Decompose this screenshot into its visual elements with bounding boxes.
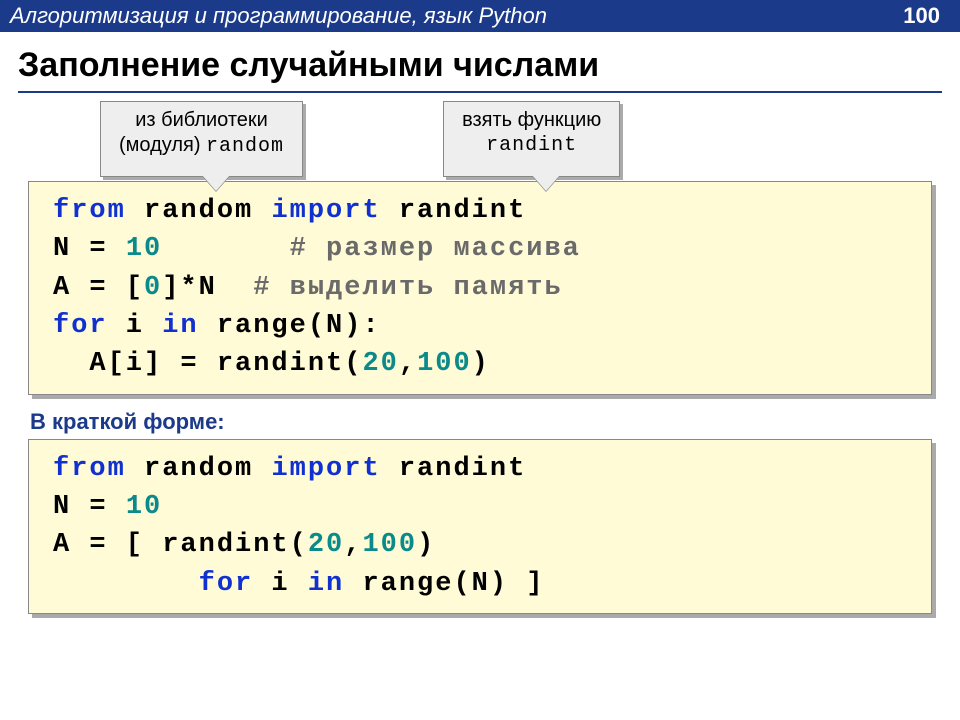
callout-function-line2: randint bbox=[462, 133, 601, 158]
callout-library-line2: (модуля) random bbox=[119, 133, 284, 159]
callout-function-line1: взять функцию bbox=[462, 108, 601, 133]
slide-title: Заполнение случайными числами bbox=[18, 46, 942, 93]
callout-function: взять функцию randint bbox=[443, 101, 620, 177]
top-bar: Алгоритмизация и программирование, язык … bbox=[0, 0, 960, 32]
slide-content: из библиотеки (модуля) random взять функ… bbox=[0, 101, 960, 614]
page-number: 100 bbox=[903, 3, 940, 29]
callout-library: из библиотеки (модуля) random bbox=[100, 101, 303, 177]
code-block-short-form: from random import randint N = 10 A = [ … bbox=[28, 439, 932, 614]
subheading-short-form: В краткой форме: bbox=[30, 409, 940, 435]
callouts-row: из библиотеки (модуля) random взять функ… bbox=[100, 101, 940, 177]
course-title: Алгоритмизация и программирование, язык … bbox=[10, 3, 547, 29]
callout-library-line1: из библиотеки bbox=[119, 108, 284, 133]
code-block-long-form: from random import randint N = 10 # разм… bbox=[28, 181, 932, 395]
